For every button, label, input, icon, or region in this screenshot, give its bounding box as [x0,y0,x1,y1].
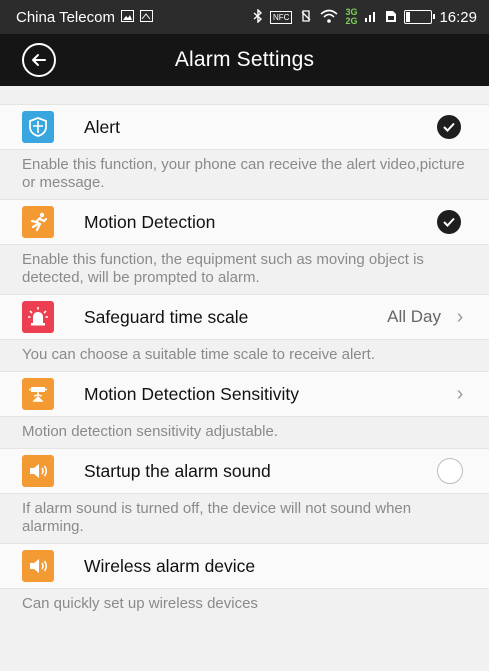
chevron-right-icon: › [456,305,464,328]
setting-label: Wireless alarm device [84,555,256,576]
status-bar: China Telecom NFC 3G 2G 16:29 [0,0,489,34]
checked-toggle-icon[interactable] [437,210,461,234]
alarm-siren-icon [22,301,54,333]
back-arrow-circle-icon [32,54,46,66]
camera-sensor-icon [22,378,54,410]
setting-description: You can choose a suitable time scale to … [22,346,375,363]
carrier-name: China Telecom [16,8,115,26]
image-notification-icon [120,10,134,24]
signal-icon [364,10,378,25]
setting-label: Motion Detection Sensitivity [84,383,299,404]
setting-label: Safeguard time scale [84,306,249,327]
network-type-icon: 3G 2G [345,7,358,26]
sim-icon [385,10,397,25]
status-left: China Telecom [16,9,153,26]
title-bar: Alarm Settings [0,34,489,86]
settings-list: Alert Enable this function, your phone c… [0,86,489,620]
nfc-icon: NFC [269,10,293,24]
page-title: Alarm Settings [174,48,315,71]
setting-label: Alert [84,116,120,137]
clock: 16:29 [439,8,477,26]
list-top-spacer [0,86,489,104]
chevron-right-icon: › [456,382,464,405]
speaker-icon [22,455,54,487]
status-right: NFC 3G 2G 16:29 [253,8,477,26]
setting-description: Enable this function, the equipment such… [22,251,424,286]
setting-row-alert[interactable]: Alert [0,104,489,150]
setting-description: Motion detection sensitivity adjustable. [22,423,278,440]
vibrate-off-icon [299,9,313,25]
battery-icon [404,10,436,24]
setting-row-safeguard-time-scale[interactable]: Safeguard time scale All Day › [0,294,489,340]
setting-label: Motion Detection [84,211,216,232]
setting-value: All Day [387,307,441,326]
setting-row-wireless-alarm-device[interactable]: Wireless alarm device [0,543,489,589]
wifi-icon [320,9,338,25]
setting-row-motion-detection[interactable]: Motion Detection [0,199,489,245]
back-button[interactable] [22,43,56,77]
setting-description: Can quickly set up wireless devices [22,595,258,612]
setting-row-alarm-sound[interactable]: Startup the alarm sound [0,448,489,494]
setting-description: Enable this function, your phone can rec… [22,156,465,191]
running-man-icon [22,206,54,238]
shield-icon [22,111,54,143]
speaker-icon [22,550,54,582]
setting-label: Startup the alarm sound [84,460,271,481]
app-screen: China Telecom NFC 3G 2G 16:29 Alarm Sett… [0,0,489,671]
gallery-notification-icon [139,10,153,24]
setting-row-motion-detection-sensitivity[interactable]: Motion Detection Sensitivity › [0,371,489,417]
bluetooth-icon [253,8,263,25]
setting-description: If alarm sound is turned off, the device… [22,500,412,535]
checked-toggle-icon[interactable] [437,115,461,139]
battery-level [406,12,411,22]
unchecked-toggle[interactable] [437,458,463,484]
